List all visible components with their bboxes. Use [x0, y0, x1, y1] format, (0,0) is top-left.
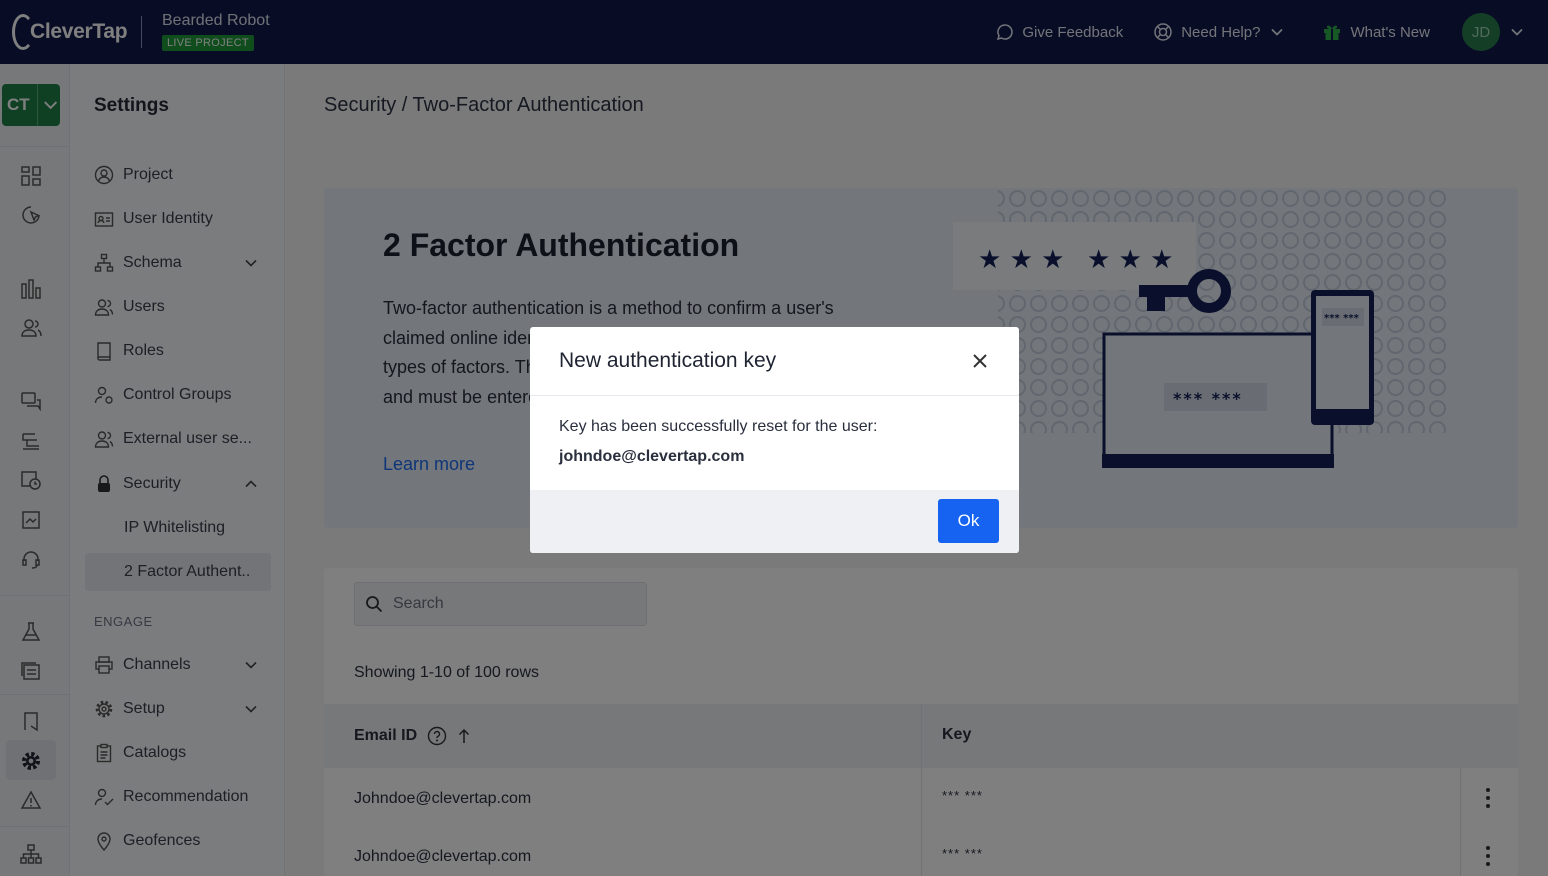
close-icon[interactable]	[971, 352, 989, 370]
ok-button[interactable]: Ok	[938, 499, 999, 543]
modal-header: New authentication key	[530, 327, 1019, 396]
modal-body: Key has been successfully reset for the …	[530, 396, 1019, 490]
modal-footer: Ok	[530, 490, 1019, 553]
modal-message: Key has been successfully reset for the …	[559, 418, 878, 435]
new-auth-key-modal: New authentication key Key has been succ…	[530, 327, 1019, 553]
modal-user-email: johndoe@clevertap.com	[559, 448, 745, 465]
modal-title: New authentication key	[559, 349, 777, 372]
